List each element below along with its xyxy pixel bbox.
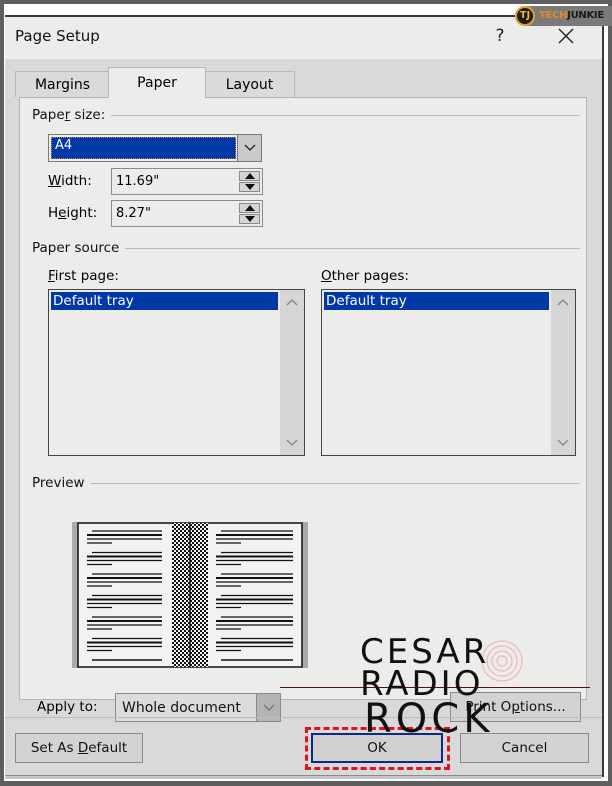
techjunkie-badge: TJ TECHJUNKIE (515, 6, 612, 26)
accelerator-key: O (321, 268, 332, 284)
ok-highlight-annotation (305, 727, 450, 770)
techjunkie-logo-icon: TJ (515, 6, 535, 26)
label-part: H (48, 205, 59, 221)
title-bar: Page Setup ? (5, 17, 602, 59)
label-part: idth: (61, 173, 92, 189)
paper-size-dropdown-arrow[interactable] (237, 135, 261, 161)
preview-group-label: Preview (32, 475, 91, 491)
chevron-down-icon (263, 704, 274, 711)
apply-to-label: Apply to: (37, 699, 98, 715)
cancel-button[interactable]: Cancel (460, 733, 589, 763)
scroll-down-button[interactable] (551, 435, 575, 451)
footer-divider (5, 717, 602, 718)
other-pages-listbox[interactable]: Default tray (321, 289, 576, 456)
label-part: size: (70, 107, 106, 123)
scroll-up-button[interactable] (280, 294, 304, 310)
height-decrement-button[interactable] (239, 214, 260, 224)
tab-margins[interactable]: Margins (15, 71, 110, 97)
paper-source-divider (120, 248, 580, 249)
width-decrement-button[interactable] (239, 182, 260, 192)
width-label: Width: (48, 173, 92, 189)
brand-part: TECH (539, 10, 568, 21)
other-pages-scrollbar[interactable] (551, 290, 575, 455)
other-pages-option[interactable]: Default tray (324, 292, 549, 310)
chevron-up-icon (557, 298, 569, 306)
window-bottom-edge (5, 775, 602, 779)
paper-size-selected-value: A4 (51, 137, 236, 159)
triangle-up-icon (244, 205, 255, 211)
annotation-line (280, 687, 590, 688)
height-spinbox[interactable]: 8.27" (111, 200, 263, 227)
height-label: Height: (48, 205, 97, 221)
label-part: efault (88, 740, 128, 756)
height-input[interactable]: 8.27" (116, 206, 151, 221)
accelerator-key: p (511, 699, 520, 715)
width-increment-button[interactable] (239, 171, 260, 181)
triangle-up-icon (244, 173, 255, 179)
scroll-down-button[interactable] (280, 435, 304, 451)
paper-size-dropdown[interactable]: A4 (48, 134, 262, 162)
apply-to-value: Whole document (122, 700, 241, 716)
width-input[interactable]: 11.69" (116, 174, 159, 189)
label-part: irst page: (54, 268, 119, 284)
triangle-down-icon (244, 184, 255, 190)
first-page-label: First page: (48, 268, 119, 284)
label-part: ight: (66, 205, 98, 221)
accelerator-key: D (77, 740, 89, 756)
page-preview (72, 522, 308, 668)
label-part: Print O (465, 699, 512, 715)
first-page-scrollbar[interactable] (280, 290, 304, 455)
page-shadow-left (72, 522, 78, 668)
brand-part: JUNKIE (567, 10, 604, 21)
close-icon (558, 28, 574, 44)
set-as-default-button[interactable]: Set As Default (15, 733, 143, 763)
dialog-title: Page Setup (15, 27, 100, 45)
chevron-down-icon (244, 144, 255, 151)
chevron-down-icon (286, 439, 298, 447)
height-increment-button[interactable] (239, 203, 260, 213)
label-part: ther pages: (331, 268, 409, 284)
help-button[interactable]: ? (488, 26, 512, 46)
techjunkie-wordmark: TECHJUNKIE (539, 10, 604, 21)
scroll-up-button[interactable] (551, 294, 575, 310)
page-setup-dialog: Page Setup ? Margins Paper Layout Paper … (5, 15, 604, 779)
preview-divider (90, 483, 580, 484)
chevron-up-icon (286, 298, 298, 306)
width-spinbox[interactable]: 11.69" (111, 168, 263, 195)
triangle-down-icon (244, 216, 255, 222)
first-page-listbox[interactable]: Default tray (48, 289, 305, 456)
tab-paper[interactable]: Paper (108, 67, 206, 98)
tab-strip: Margins Paper Layout (15, 67, 305, 98)
paper-size-group-label: Paper size: (32, 107, 112, 123)
label-part: Set As (30, 740, 78, 756)
label-part: tions... (519, 699, 566, 715)
chevron-down-icon (557, 439, 569, 447)
paper-source-group-label: Paper source (32, 240, 126, 256)
paper-size-divider (110, 115, 580, 116)
page-shadow-right (302, 522, 308, 668)
accelerator-key: F (48, 268, 55, 284)
close-button[interactable] (553, 23, 579, 49)
paper-tab-panel: Paper size: A4 Width: 11.69" Height: 8.2… (19, 97, 587, 722)
other-pages-label: Other pages: (321, 268, 409, 284)
first-page-option[interactable]: Default tray (51, 292, 278, 310)
accelerator-key: W (48, 173, 62, 189)
label-part: Pape (32, 107, 65, 123)
tab-layout[interactable]: Layout (204, 71, 295, 97)
